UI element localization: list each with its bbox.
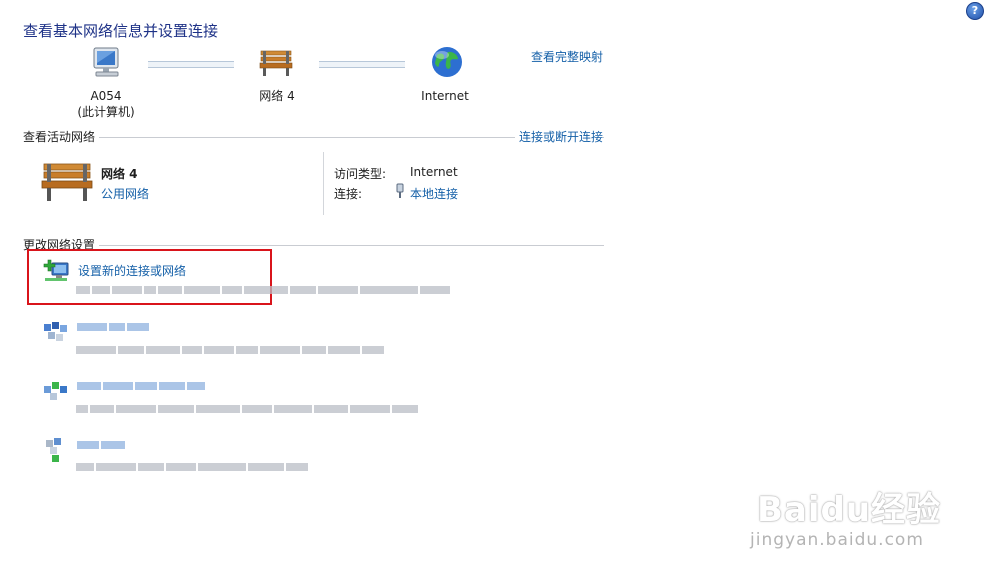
blurred-icon[interactable] <box>44 438 70 462</box>
blurred-description <box>76 463 308 471</box>
active-networks-heading: 查看活动网络 <box>23 128 100 145</box>
blurred-link[interactable] <box>77 382 205 390</box>
watermark-logo: Baidu经验 <box>757 490 942 530</box>
access-type-value: Internet <box>410 165 458 179</box>
computer-name: A054 <box>90 89 122 103</box>
vertical-divider <box>323 152 324 215</box>
connect-disconnect-link[interactable]: 连接或断开连接 <box>515 128 604 145</box>
globe-icon[interactable] <box>431 46 463 81</box>
view-full-map-link[interactable]: 查看完整映射 <box>531 48 603 65</box>
section-divider <box>23 245 604 246</box>
network-name: 网络 4 <box>259 89 295 103</box>
access-type-label: 访问类型: <box>334 167 387 181</box>
local-connection-link[interactable]: 本地连接 <box>410 185 458 202</box>
connector-line <box>319 61 405 68</box>
page-title: 查看基本网络信息并设置连接 <box>23 22 219 40</box>
blurred-description <box>76 405 418 413</box>
watermark-url: jingyan.baidu.com <box>750 530 924 550</box>
blurred-link[interactable] <box>77 441 125 449</box>
active-network-name: 网络 4 <box>101 167 138 181</box>
computer-subtitle: (此计算机) <box>77 105 135 119</box>
computer-icon[interactable] <box>88 46 124 83</box>
help-icon[interactable]: ? <box>966 2 984 20</box>
internet-name: Internet <box>421 89 469 103</box>
bench-icon[interactable] <box>258 48 294 81</box>
connection-label: 连接: <box>334 187 363 201</box>
ethernet-icon <box>395 183 405 202</box>
connector-line <box>148 61 234 68</box>
blurred-description <box>76 346 384 354</box>
new-connection-icon[interactable] <box>42 258 70 287</box>
blurred-icon[interactable] <box>44 380 70 402</box>
bench-icon <box>40 160 94 207</box>
blurred-link[interactable] <box>77 323 149 331</box>
blurred-icon[interactable] <box>44 322 70 344</box>
network-type-link[interactable]: 公用网络 <box>101 185 149 202</box>
blurred-description <box>76 286 450 294</box>
setup-new-connection-link[interactable]: 设置新的连接或网络 <box>78 262 186 279</box>
